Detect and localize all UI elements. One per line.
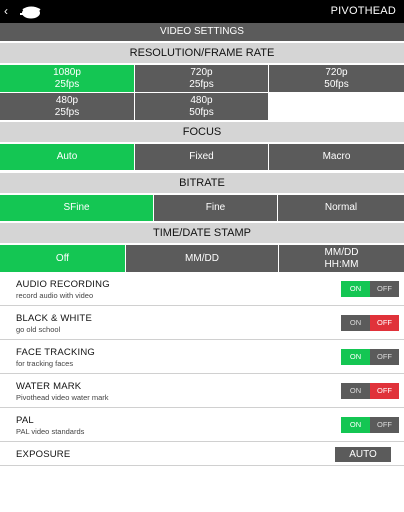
setting-name: BLACK & WHITE [16,313,92,324]
option-line1: 480p [55,94,79,106]
option-line2: 25fps [54,106,80,118]
option-line1: 480p [190,94,213,106]
toggle-off-label[interactable]: OFF [370,417,399,433]
resolution-option-720p-50fps[interactable]: 720p 50fps [269,65,404,92]
focus-section-label: FOCUS [0,122,404,142]
option-label: SFine [63,202,90,213]
page-title: VIDEO SETTINGS [0,23,404,41]
option-line1: 720p [325,66,348,78]
timestamp-section-label: TIME/DATE STAMP [0,223,404,243]
face-tracking-toggle[interactable]: ON OFF [341,349,399,365]
setting-face-tracking: FACE TRACKING for tracking faces ON OFF [0,341,404,374]
option-line1: 1080p [53,66,81,78]
option-label: Normal [324,202,358,213]
toggle-on-label[interactable]: ON [341,349,370,365]
option-line1: Off [55,252,70,264]
option-line2: 25fps [189,78,214,90]
option-line2: 50fps [324,78,349,90]
toggle-off-label[interactable]: OFF [370,383,399,399]
option-line2: 50fps [189,106,214,118]
toggle-off-label[interactable]: OFF [370,315,399,331]
toggle-on-label[interactable]: ON [341,281,370,297]
setting-exposure: EXPOSURE AUTO [0,443,404,466]
bitrate-option-normal[interactable]: Normal [278,195,404,221]
setting-description: record audio with video [16,291,94,300]
toggle-on-label[interactable]: ON [341,417,370,433]
bitrate-section-label: BITRATE [0,173,404,193]
black-white-toggle[interactable]: ON OFF [341,315,399,331]
option-label: Fine [205,202,226,213]
setting-description: Pivothead video water mark [16,393,109,402]
setting-name: FACE TRACKING [16,347,95,358]
pal-toggle[interactable]: ON OFF [341,417,399,433]
resolution-option-480p-25fps[interactable]: 480p 25fps [0,93,135,120]
audio-recording-toggle[interactable]: ON OFF [341,281,399,297]
setting-black-white: BLACK & WHITE go old school ON OFF [0,307,404,340]
setting-name: AUDIO RECORDING [16,279,110,290]
setting-description: for tracking faces [16,359,74,368]
focus-option-fixed[interactable]: Fixed [135,144,269,170]
option-label: Fixed [189,151,214,162]
toggle-off-label[interactable]: OFF [370,281,399,297]
toggle-on-label[interactable]: ON [341,315,370,331]
resolution-section-label: RESOLUTION/FRAME RATE [0,43,404,63]
brand-name: PIVOTHEAD [330,5,396,17]
setting-name: EXPOSURE [16,449,71,460]
resolution-option-1080p-25fps[interactable]: 1080p 25fps [0,65,135,92]
setting-audio-recording: AUDIO RECORDING record audio with video … [0,273,404,306]
option-line2: HH:MM [324,258,359,270]
exposure-auto-button[interactable]: AUTO [335,447,391,462]
setting-name: WATER MARK [16,381,82,392]
setting-name: PAL [16,415,34,426]
resolution-option-480p-50fps[interactable]: 480p 50fps [135,93,269,120]
setting-water-mark: WATER MARK Pivothead video water mark ON… [0,375,404,408]
resolution-option-720p-25fps[interactable]: 720p 25fps [135,65,269,92]
water-mark-toggle[interactable]: ON OFF [341,383,399,399]
toggle-on-label[interactable]: ON [341,383,370,399]
top-bar: ‹ PIVOTHEAD [0,0,404,23]
option-line1: 720p [190,66,213,78]
option-line1: MM/DD [324,246,359,258]
toggle-off-label[interactable]: OFF [370,349,399,365]
bitrate-option-fine[interactable]: Fine [154,195,278,221]
timestamp-option-mmdd-hhmm[interactable]: MM/DD HH:MM [279,245,404,272]
focus-option-macro[interactable]: Macro [269,144,404,170]
option-line2: 25fps [54,78,80,90]
setting-description: PAL video standards [16,427,85,436]
setting-description: go old school [16,325,61,334]
timestamp-option-off[interactable]: Off [0,245,126,272]
bitrate-option-sfine[interactable]: SFine [0,195,154,221]
timestamp-option-mmdd[interactable]: MM/DD [126,245,279,272]
focus-option-auto[interactable]: Auto [0,144,135,170]
option-label: Macro [322,151,351,162]
pivothead-logo-icon [20,6,41,19]
option-label: Auto [56,151,78,162]
setting-pal: PAL PAL video standards ON OFF [0,409,404,442]
option-line1: MM/DD [185,252,219,264]
